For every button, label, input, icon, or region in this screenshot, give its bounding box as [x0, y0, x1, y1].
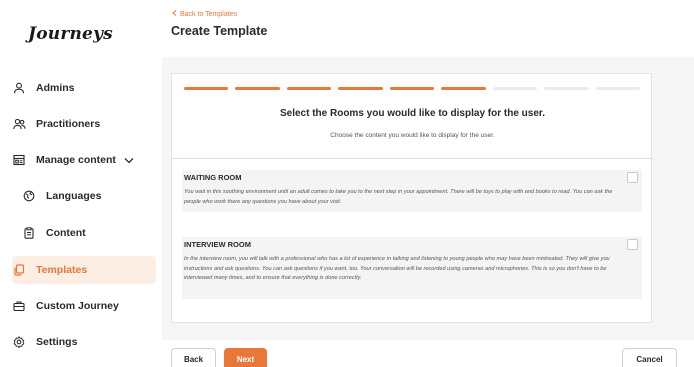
- page-title: Create Template: [171, 24, 268, 38]
- app-root: Journeys Admins Practitioners Manage con…: [0, 0, 694, 367]
- briefcase-icon: [12, 299, 26, 313]
- room-waiting[interactable]: WAITING ROOM You wait in this soothing e…: [182, 170, 642, 212]
- room-title: INTERVIEW ROOM: [184, 240, 251, 249]
- room-interview[interactable]: INTERVIEW ROOM In the interview room, yo…: [182, 237, 642, 299]
- sidebar-item-label: Practitioners: [36, 118, 101, 130]
- back-link-label: Back to Templates: [180, 10, 238, 18]
- sidebar-item-admins[interactable]: Admins: [12, 74, 156, 102]
- back-button[interactable]: Back: [171, 348, 216, 367]
- sidebar-item-templates[interactable]: Templates: [12, 256, 156, 284]
- progress-step: [286, 87, 332, 90]
- sidebar-item-label: Settings: [36, 336, 78, 348]
- app-logo: Journeys: [28, 24, 113, 44]
- divider: [172, 158, 653, 159]
- gear-icon: [12, 335, 26, 349]
- sidebar-item-practitioners[interactable]: Practitioners: [12, 110, 156, 138]
- sidebar-item-label: Templates: [36, 264, 88, 276]
- users-icon: [12, 117, 26, 131]
- chevron-left-icon: [172, 10, 177, 18]
- room-description: In the interview room, you will talk wit…: [184, 256, 610, 282]
- sidebar-item-label: Content: [46, 227, 86, 239]
- content-icon: [12, 153, 26, 167]
- sidebar-item-label: Manage content: [36, 154, 116, 166]
- next-button[interactable]: Next: [224, 348, 267, 367]
- wizard-card: Select the Rooms you would like to displ…: [171, 73, 653, 323]
- cancel-button[interactable]: Cancel: [622, 348, 677, 367]
- step-progress: [184, 87, 640, 90]
- sidebar-item-settings[interactable]: Settings: [12, 328, 156, 356]
- progress-step: [441, 87, 486, 90]
- sidebar-item-content[interactable]: Content: [22, 219, 156, 247]
- chevron-down-icon: [124, 157, 134, 164]
- progress-step: [544, 87, 589, 90]
- user-icon: [12, 81, 26, 95]
- room-checkbox[interactable]: [627, 239, 638, 250]
- sidebar-item-manage-content[interactable]: Manage content: [12, 146, 156, 174]
- sidebar-item-languages[interactable]: Languages: [22, 182, 156, 210]
- sidebar: Journeys Admins Practitioners Manage con…: [0, 0, 162, 367]
- clipboard-icon: [22, 226, 36, 240]
- progress-step: [389, 87, 435, 90]
- sidebar-item-label: Custom Journey: [36, 300, 119, 312]
- room-title: WAITING ROOM: [184, 173, 242, 182]
- globe-icon: [22, 189, 36, 203]
- room-checkbox[interactable]: [627, 172, 638, 183]
- wizard-subheading: Choose the content you would like to dis…: [330, 132, 495, 139]
- progress-step: [595, 87, 640, 90]
- sidebar-item-label: Languages: [46, 190, 102, 202]
- progress-step: [338, 87, 383, 90]
- room-description: You wait in this soothing environment un…: [184, 189, 613, 205]
- progress-step: [492, 87, 538, 90]
- sidebar-item-label: Admins: [36, 82, 75, 94]
- sidebar-item-custom-journey[interactable]: Custom Journey: [12, 292, 156, 320]
- wizard-heading: Select the Rooms you would like to displ…: [279, 108, 546, 119]
- back-to-templates-link[interactable]: Back to Templates: [172, 10, 237, 18]
- progress-step: [184, 87, 229, 90]
- copy-icon: [12, 263, 26, 277]
- progress-step: [235, 87, 280, 90]
